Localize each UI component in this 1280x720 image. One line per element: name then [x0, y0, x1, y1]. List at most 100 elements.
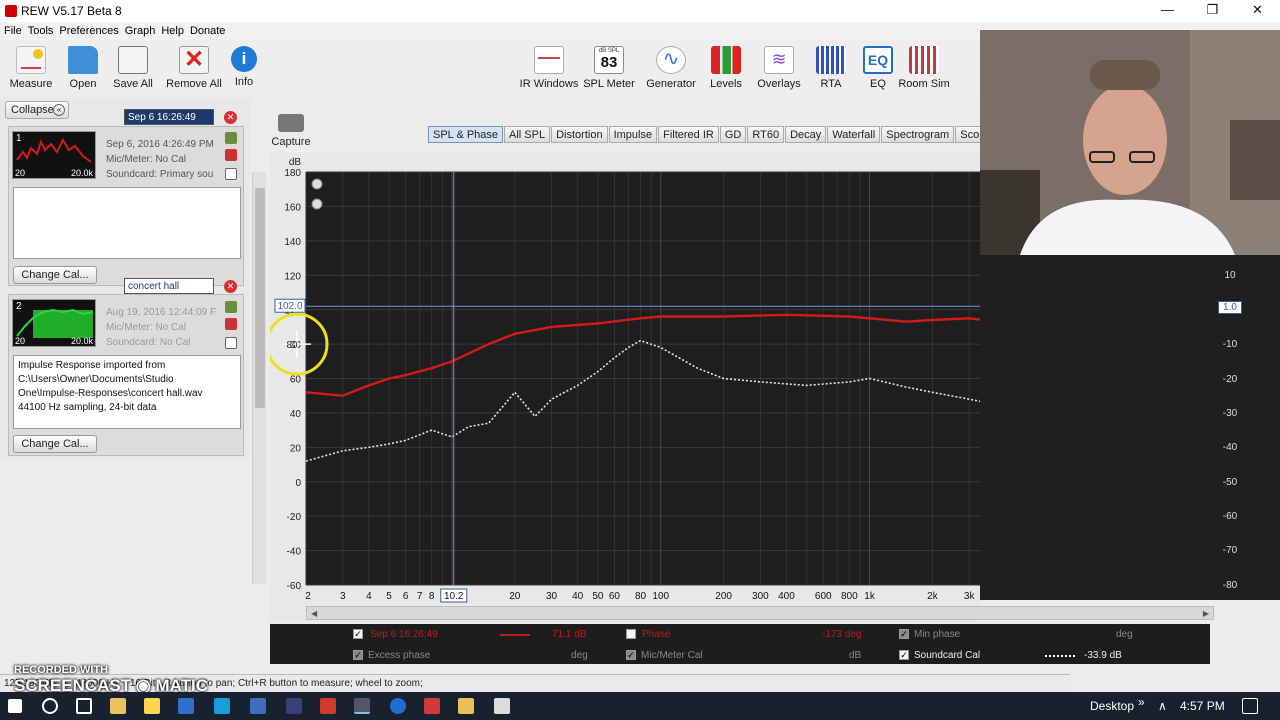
menu-donate[interactable]: Donate [190, 25, 225, 37]
tab-gd[interactable]: GD [719, 126, 747, 143]
remove-measurement-2-icon[interactable]: ✕ [224, 280, 237, 293]
x-tick-label: 10.2 [444, 591, 464, 602]
tab-waterfall[interactable]: Waterfall [827, 126, 881, 143]
right-y-tick-label: -60 [1222, 511, 1238, 522]
edge-icon[interactable] [390, 698, 406, 714]
legend-checkbox-measurement[interactable]: ✓ [353, 629, 363, 639]
collapse-button[interactable]: Collapse « [5, 101, 69, 119]
menu-help[interactable]: Help [161, 25, 184, 37]
legend-checkbox-phase[interactable] [626, 629, 636, 639]
right-y-tick-label: -40 [1222, 442, 1238, 453]
app-icon-word[interactable] [250, 698, 266, 714]
measurement-card-2[interactable]: 2 20 20.0k Aug 19, 2016 12:44:09 F Mic/M… [8, 294, 244, 456]
camera-icon [278, 114, 304, 132]
close-button[interactable]: ✕ [1235, 0, 1280, 22]
change-cal-button-2[interactable]: Change Cal... [13, 435, 97, 453]
legend-checkbox-min-phase[interactable]: ✓ [899, 629, 909, 639]
scrollbar-thumb[interactable] [255, 188, 265, 408]
webcam-overlay [980, 30, 1280, 255]
app-icon-blue[interactable] [178, 698, 194, 714]
legend-label-excess-phase: Excess phase [368, 650, 431, 661]
y-tick-label: 120 [284, 271, 301, 282]
legend-checkbox-mic-cal[interactable]: ✓ [626, 650, 636, 660]
tab-spectrogram[interactable]: Spectrogram [881, 126, 955, 143]
tab-spl-phase[interactable]: SPL & Phase [428, 126, 504, 143]
legend-checkbox-excess-phase[interactable]: ✓ [353, 650, 363, 660]
task-view-icon[interactable] [76, 698, 92, 714]
measurement-notes-1[interactable] [13, 187, 241, 259]
desktop-toolbar-label[interactable]: Desktop [1090, 699, 1134, 713]
legend-value-soundcard-cal: -33.9 dB [1084, 650, 1122, 661]
action-center-icon[interactable] [1242, 698, 1258, 714]
scroll-left-icon[interactable]: ◀ [311, 609, 317, 618]
generator-button[interactable]: ∿ Generator [640, 46, 702, 90]
tab-distortion[interactable]: Distortion [551, 126, 608, 143]
photos-icon[interactable] [494, 698, 510, 714]
spl-phase-graph[interactable]: 180160140120100806040200-20-40-60dB23456… [270, 152, 980, 622]
capture-button[interactable]: Capture [270, 114, 312, 148]
folder-icon [68, 46, 98, 74]
measurement-notes-2[interactable]: Impulse Response imported from C:\Users\… [13, 355, 241, 429]
menu-tools[interactable]: Tools [28, 25, 54, 37]
tab-impulse[interactable]: Impulse [608, 126, 658, 143]
app-icon-dark[interactable] [286, 698, 302, 714]
rew-app-icon [5, 5, 17, 17]
file-explorer-icon[interactable] [110, 698, 126, 714]
measurement-thumbnail-1: 1 20 20.0k [12, 131, 96, 179]
zoom-out-y-icon[interactable] [311, 198, 323, 210]
pen-icon[interactable] [225, 149, 237, 161]
legend-label-min-phase: Min phase [914, 629, 961, 640]
crosshair-label: 80 [286, 340, 298, 351]
edit-icon[interactable] [225, 301, 237, 313]
zoom-in-y-icon[interactable] [311, 178, 323, 190]
edit-icon[interactable] [225, 132, 237, 144]
x-tick-label: 3 [340, 591, 346, 602]
change-cal-button-1[interactable]: Change Cal... [13, 266, 97, 284]
x-tick-label: 800 [841, 591, 858, 602]
info-button[interactable]: i Info [213, 46, 275, 88]
app-icon-store[interactable] [424, 698, 440, 714]
panel-scrollbar[interactable] [252, 172, 266, 584]
folder-taskbar-icon[interactable] [458, 698, 474, 714]
pen-icon[interactable] [225, 318, 237, 330]
spl-meter-button[interactable]: dB SPL 83 SPL Meter [578, 46, 640, 90]
tray-caret-icon[interactable]: ∧ [1158, 699, 1167, 713]
app-icon-red[interactable] [320, 698, 336, 714]
app-icon-folder[interactable] [144, 698, 160, 714]
x-tick-label: 2k [927, 591, 939, 602]
app-icon-outlook[interactable] [214, 698, 230, 714]
ir-windows-button[interactable]: IR Windows [518, 46, 580, 90]
measurement-card-1[interactable]: 1 20 20.0k Sep 6, 2016 4:26:49 PM Mic/Me… [8, 126, 244, 286]
menu-graph[interactable]: Graph [125, 25, 156, 37]
x-tick-label: 80 [635, 591, 647, 602]
app-icon-rew[interactable] [354, 698, 370, 714]
y-tick-label: 180 [284, 168, 301, 179]
tab-filtered-ir[interactable]: Filtered IR [658, 126, 719, 143]
room-sim-button[interactable]: Room Sim [893, 46, 955, 90]
notes-icon[interactable] [225, 337, 237, 349]
tab-all-spl[interactable]: All SPL [504, 126, 551, 143]
remove-measurement-1-icon[interactable]: ✕ [224, 111, 237, 124]
taskbar-clock[interactable]: 4:57 PM [1180, 699, 1225, 713]
measurement-name-field-2[interactable]: concert hall [124, 278, 214, 294]
chevron-icon[interactable]: » [1138, 695, 1145, 709]
tab-rt60[interactable]: RT60 [747, 126, 785, 143]
menu-preferences[interactable]: Preferences [59, 25, 118, 37]
notes-icon[interactable] [225, 168, 237, 180]
legend-checkbox-soundcard-cal[interactable]: ✓ [899, 650, 909, 660]
x-tick-label: 2 [305, 591, 311, 602]
menu-file[interactable]: File [4, 25, 22, 37]
maximize-button[interactable]: ❐ [1190, 0, 1235, 22]
save-all-button[interactable]: Save All [102, 46, 164, 90]
measurement-name-field-1[interactable]: Sep 6 16:26:49 [124, 109, 214, 125]
cortana-icon[interactable] [42, 698, 58, 714]
measurement-mic-cal: Mic/Meter: No Cal [106, 154, 187, 165]
tab-decay[interactable]: Decay [785, 126, 827, 143]
y-tick-label: -60 [287, 581, 302, 592]
graph-horizontal-scrollbar[interactable]: ◀ ▶ [306, 606, 1214, 620]
minimize-button[interactable]: — [1145, 0, 1190, 22]
windows-start-icon[interactable] [8, 699, 22, 713]
scroll-right-icon[interactable]: ▶ [1203, 609, 1209, 618]
graph-canvas[interactable]: 180160140120100806040200-20-40-60dB23456… [270, 152, 980, 604]
legend-value-min-phase: deg [1116, 629, 1133, 640]
